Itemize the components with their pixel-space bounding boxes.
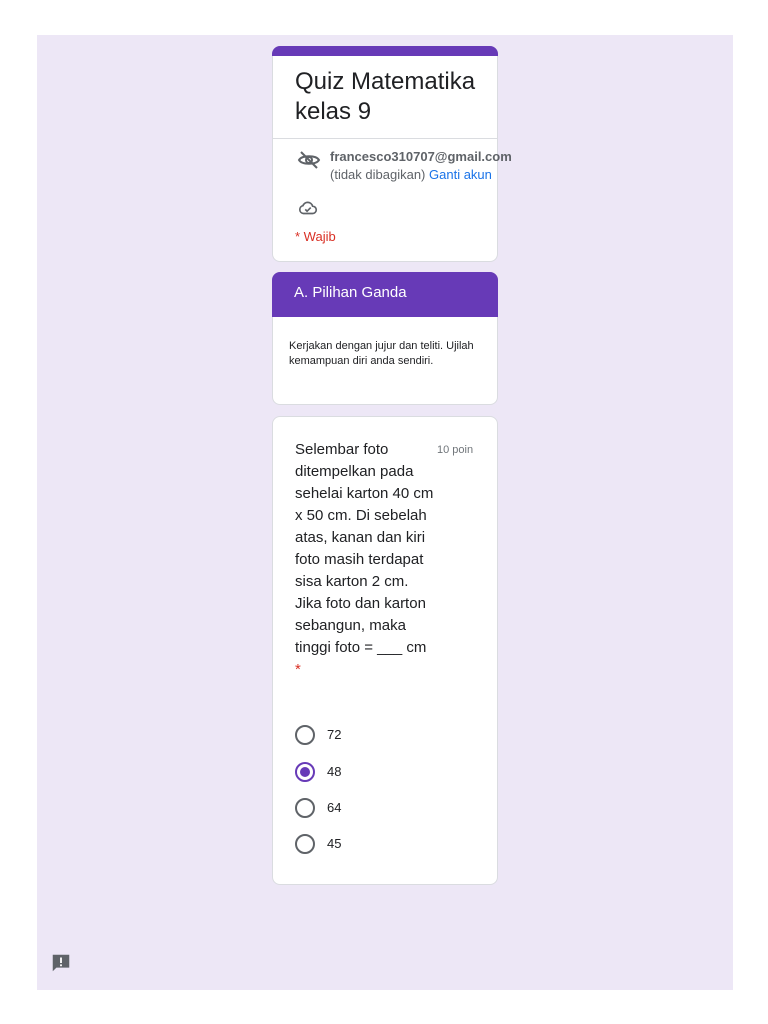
option-48[interactable]: 48 — [295, 762, 475, 786]
section-card: A. Pilihan Ganda Kerjakan dengan jujur d… — [272, 272, 498, 405]
radio-button[interactable] — [295, 798, 315, 818]
option-72[interactable]: 72 — [295, 725, 475, 749]
option-label: 48 — [327, 764, 342, 779]
account-status: (tidak dibagikan) Ganti akun — [330, 167, 492, 182]
required-asterisk: * — [295, 661, 301, 678]
switch-account-link[interactable]: Ganti akun — [429, 167, 492, 182]
required-note: * Wajib — [295, 229, 336, 244]
option-45[interactable]: 45 — [295, 834, 475, 858]
account-email: francesco310707@gmail.com — [330, 149, 512, 164]
question-text: Selembar foto ditempelkan pada sehelai k… — [295, 439, 435, 681]
form-header-card: Quiz Matematika kelas 9 francesco310707@… — [272, 46, 512, 262]
header-accent-strip — [272, 46, 498, 56]
section-title: A. Pilihan Ganda — [272, 272, 498, 317]
section-description: Kerjakan dengan jujur dan teliti. Ujilah… — [289, 340, 474, 367]
option-label: 45 — [327, 836, 342, 851]
option-label: 64 — [327, 800, 342, 815]
report-feedback-icon[interactable] — [50, 952, 72, 974]
eye-off-icon — [297, 151, 321, 169]
question-body: Selembar foto ditempelkan pada sehelai k… — [295, 441, 434, 656]
option-label: 72 — [327, 727, 342, 742]
radio-button[interactable] — [295, 725, 315, 745]
form-title: Quiz Matematika kelas 9 — [295, 68, 476, 125]
radio-button-selected[interactable] — [295, 762, 315, 782]
not-shared-label: (tidak dibagikan) — [330, 167, 426, 182]
option-64[interactable]: 64 — [295, 798, 475, 822]
header-divider — [272, 138, 498, 139]
question-card: Selembar foto ditempelkan pada sehelai k… — [272, 416, 498, 885]
radio-selected-dot — [300, 767, 310, 777]
question-points: 10 poin — [437, 444, 474, 456]
cloud-saved-icon — [299, 201, 318, 215]
radio-button[interactable] — [295, 834, 315, 854]
